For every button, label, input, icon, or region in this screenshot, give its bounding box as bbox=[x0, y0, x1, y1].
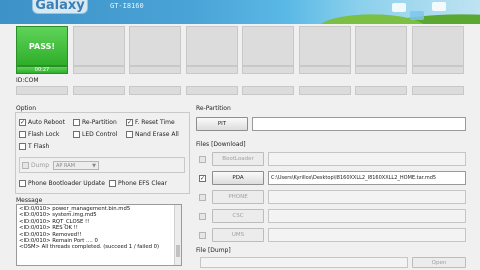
scrollbar-thumb[interactable] bbox=[176, 245, 180, 257]
port-status-box bbox=[242, 26, 294, 66]
idcom-box bbox=[73, 86, 125, 95]
message-group-title: Message bbox=[16, 197, 43, 204]
pda-button[interactable]: PDA bbox=[212, 171, 264, 185]
t-flash-checkbox[interactable]: T Flash bbox=[19, 143, 49, 150]
checkbox-box bbox=[19, 180, 26, 187]
port-status-box bbox=[129, 26, 181, 66]
message-log[interactable]: <ID:0/010> power_management.bin.md5 <ID:0… bbox=[16, 204, 182, 266]
model-label: GT-I8160 bbox=[110, 2, 144, 10]
option-group-title: Option bbox=[16, 105, 37, 112]
checkbox-box bbox=[19, 131, 26, 138]
port-status-box bbox=[73, 26, 125, 66]
repartition-group-title: Re-Partition bbox=[196, 105, 231, 112]
idcom-box bbox=[16, 86, 68, 95]
ums-checkbox[interactable] bbox=[199, 232, 206, 239]
checkbox-label: Dump bbox=[31, 162, 50, 169]
header-banner: Galaxy GT-I8160 bbox=[0, 0, 480, 24]
files-download-title: Files [Download] bbox=[196, 141, 246, 148]
checkbox-box bbox=[73, 119, 80, 126]
phone-checkbox[interactable] bbox=[199, 194, 206, 201]
ums-button[interactable]: UMS bbox=[212, 228, 264, 242]
port-time-box bbox=[129, 66, 181, 74]
nand-erase-all-checkbox[interactable]: Nand Erase All bbox=[126, 131, 179, 138]
dump-type-select[interactable]: AP RAM ▼ bbox=[53, 161, 99, 170]
checkbox-label: Nand Erase All bbox=[135, 131, 179, 138]
led-control-checkbox[interactable]: LED Control bbox=[73, 131, 117, 138]
checkbox-box bbox=[109, 180, 116, 187]
dump-subgroup: Dump AP RAM ▼ bbox=[19, 157, 185, 173]
checkbox-label: T Flash bbox=[28, 143, 50, 150]
app-icon bbox=[410, 11, 424, 20]
checkbox-box bbox=[22, 162, 29, 169]
idcom-box bbox=[242, 86, 294, 95]
idcom-box bbox=[299, 86, 351, 95]
select-value: AP RAM bbox=[56, 162, 76, 169]
idcom-label: ID:COM bbox=[16, 77, 39, 84]
bootloader-path-field[interactable] bbox=[268, 152, 466, 166]
f-reset-time-checkbox[interactable]: ✓ F. Reset Time bbox=[126, 119, 175, 126]
checkbox-label: Re-Partition bbox=[82, 119, 117, 126]
message-line: <OSM> All threads completed. (succeed 1 … bbox=[19, 244, 160, 251]
bootloader-checkbox[interactable] bbox=[199, 156, 206, 163]
idcom-box bbox=[186, 86, 238, 95]
port-time-box: 00:27 bbox=[16, 66, 68, 74]
port-time-box bbox=[355, 66, 407, 74]
csc-checkbox[interactable] bbox=[199, 213, 206, 220]
checkbox-label: F. Reset Time bbox=[135, 119, 175, 126]
checkbox-label: LED Control bbox=[82, 131, 118, 138]
checkbox-label: Flash Lock bbox=[28, 131, 60, 138]
option-group: ✓ Auto Reboot Re-Partition ✓ F. Reset Ti… bbox=[15, 112, 190, 194]
port-time-box bbox=[186, 66, 238, 74]
open-button[interactable]: Open bbox=[412, 257, 466, 268]
banner-decoration bbox=[300, 0, 480, 24]
checkbox-box: ✓ bbox=[126, 119, 133, 126]
csc-button[interactable]: CSC bbox=[212, 209, 264, 223]
chat-icon bbox=[432, 2, 446, 11]
idcom-box bbox=[412, 86, 464, 95]
chevron-down-icon: ▼ bbox=[92, 163, 96, 169]
phone-path-field[interactable] bbox=[268, 190, 466, 204]
port-time-box bbox=[412, 66, 464, 74]
idcom-box bbox=[355, 86, 407, 95]
checkbox-box bbox=[126, 131, 133, 138]
checkbox-label: Auto Reboot bbox=[28, 119, 65, 126]
checkbox-box bbox=[19, 143, 26, 150]
idcom-box bbox=[129, 86, 181, 95]
port-status-box: PASS! bbox=[16, 26, 68, 66]
csc-path-field[interactable] bbox=[268, 209, 466, 223]
checkbox-label: Phone EFS Clear bbox=[118, 180, 168, 187]
port-time-box bbox=[299, 66, 351, 74]
port-status-box bbox=[412, 26, 464, 66]
port-status-box bbox=[299, 26, 351, 66]
dump-path-field[interactable] bbox=[200, 257, 408, 268]
phone-button[interactable]: PHONE bbox=[212, 190, 264, 204]
flash-lock-checkbox[interactable]: Flash Lock bbox=[19, 131, 59, 138]
message-scrollbar[interactable] bbox=[174, 205, 181, 265]
pit-button[interactable]: PIT bbox=[196, 117, 248, 131]
phone-efs-clear-checkbox[interactable]: Phone EFS Clear bbox=[109, 180, 167, 187]
message-icon bbox=[392, 3, 406, 12]
port-status-box bbox=[186, 26, 238, 66]
auto-reboot-checkbox[interactable]: ✓ Auto Reboot bbox=[19, 119, 65, 126]
re-partition-checkbox[interactable]: Re-Partition bbox=[73, 119, 117, 126]
ums-path-field[interactable] bbox=[268, 228, 466, 242]
port-time-box bbox=[242, 66, 294, 74]
port-time-box bbox=[73, 66, 125, 74]
port-status-box bbox=[355, 26, 407, 66]
phone-bootloader-update-checkbox[interactable]: Phone Bootloader Update bbox=[19, 180, 105, 187]
checkbox-label: Phone Bootloader Update bbox=[28, 180, 105, 187]
galaxy-logo: Galaxy bbox=[32, 0, 88, 14]
pda-path-field[interactable]: C:\Users\Kyrillos\Desktop\I8160XXLL2_I81… bbox=[268, 171, 466, 185]
file-dump-title: File [Dump] bbox=[196, 247, 231, 254]
checkbox-box: ✓ bbox=[19, 119, 26, 126]
pit-path-field[interactable] bbox=[252, 117, 466, 131]
checkbox-box bbox=[73, 131, 80, 138]
bootloader-button[interactable]: BootLoader bbox=[212, 152, 264, 166]
pda-checkbox[interactable]: ✓ bbox=[199, 175, 206, 182]
dump-checkbox[interactable]: Dump bbox=[22, 162, 49, 169]
